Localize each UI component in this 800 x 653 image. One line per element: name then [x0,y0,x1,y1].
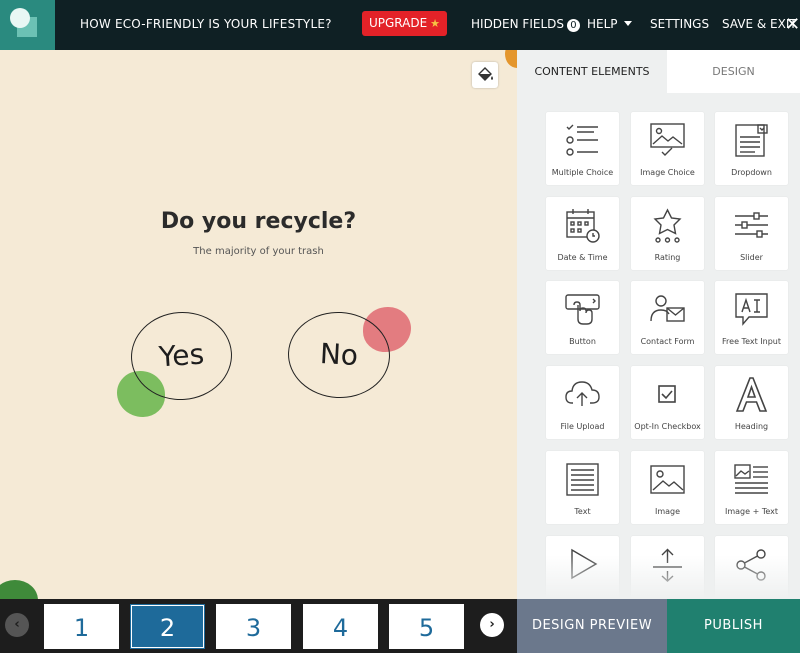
page-tab-4[interactable]: 4 [303,604,378,649]
tab-design[interactable]: DESIGN [667,50,800,93]
page-tab-2[interactable]: 2 [130,604,205,649]
hidden-fields-button[interactable]: HIDDEN FIELDS 0 [471,17,580,32]
element-file-upload[interactable]: File Upload [546,366,619,439]
element-slider[interactable]: Slider [715,197,788,270]
decorative-leaf [0,580,38,599]
slider-icon [735,212,768,238]
element-text[interactable]: Text [546,451,619,524]
panel-scroll-fade [517,555,800,599]
image-choice-icon [650,123,685,156]
page-tab-1[interactable]: 1 [44,604,119,649]
element-label: Image Choice [640,168,695,177]
top-bar: HOW ECO-FRIENDLY IS YOUR LIFESTYLE? UPGR… [0,0,800,50]
decorative-orange-shape [505,50,517,68]
logo-circle [10,8,30,28]
page-navigator: ‹ 1 2 3 4 5 › [0,599,517,653]
star-icon: ★ [430,17,441,30]
publish-button[interactable]: PUBLISH [667,599,800,653]
design-preview-button[interactable]: DESIGN PREVIEW [517,599,667,653]
contact-form-icon [650,295,685,322]
page-tab-5[interactable]: 5 [389,604,464,649]
element-label: Button [569,337,596,346]
help-label: HELP [587,17,618,31]
element-label: Image [654,507,681,516]
element-label: Opt-In Checkbox [634,422,701,431]
image-icon [650,465,685,494]
element-label: Text [574,507,591,516]
quiz-canvas: Do you recycle? The majority of your tra… [0,50,517,599]
quiz-title[interactable]: HOW ECO-FRIENDLY IS YOUR LIFESTYLE? [80,17,332,31]
question-subtitle[interactable]: The majority of your trash [0,246,517,257]
element-date-time[interactable]: Date & Time [546,197,619,270]
image-text-icon [734,464,768,494]
panel-tabs: CONTENT ELEMENTS DESIGN [517,50,800,93]
star-rating-icon [653,208,682,243]
element-button[interactable]: Button [546,281,619,354]
element-label: Contact Form [640,337,695,346]
close-icon[interactable]: ✕ [785,14,800,35]
chevron-down-icon [623,21,632,26]
element-label: Heading [734,422,769,431]
element-label: Date & Time [557,253,608,262]
heading-icon [735,377,768,412]
question-heading[interactable]: Do you recycle? [0,209,517,234]
button-click-icon [565,294,600,325]
hidden-fields-count-badge: 0 [566,19,580,32]
element-label: Slider [740,253,763,262]
text-icon [566,463,599,496]
element-label: Image + Text [724,507,779,516]
hidden-fields-label: HIDDEN FIELDS [471,17,564,31]
app-logo[interactable] [0,0,55,50]
upgrade-button[interactable]: UPGRADE ★ [362,11,447,36]
element-contact-form[interactable]: Contact Form [631,281,704,354]
element-opt-in-checkbox[interactable]: Opt-In Checkbox [631,366,704,439]
elements-panel: CONTENT ELEMENTS DESIGN Multiple Choice … [517,50,800,599]
checkbox-icon [658,385,676,403]
element-multiple-choice[interactable]: Multiple Choice [546,112,619,185]
element-heading[interactable]: Heading [715,366,788,439]
tab-content-elements[interactable]: CONTENT ELEMENTS [517,50,667,93]
prev-page-button[interactable]: ‹ [5,613,29,637]
element-image-choice[interactable]: Image Choice [631,112,704,185]
calendar-icon [566,209,600,243]
page-tab-3[interactable]: 3 [216,604,291,649]
dropdown-icon [735,124,768,157]
element-dropdown[interactable]: Dropdown [715,112,788,185]
element-label: File Upload [560,422,605,431]
help-menu-button[interactable]: HELP [587,17,632,31]
element-rating[interactable]: Rating [631,197,704,270]
element-free-text-input[interactable]: Free Text Input [715,281,788,354]
free-text-icon [735,293,768,326]
paint-bucket-icon[interactable] [472,62,498,88]
element-label: Rating [654,253,681,262]
element-image[interactable]: Image [631,451,704,524]
settings-button[interactable]: SETTINGS [650,17,709,31]
upgrade-label: UPGRADE [368,16,428,30]
next-page-button[interactable]: › [480,613,504,637]
multiple-choice-icon [566,124,598,156]
cloud-upload-icon [565,381,600,406]
element-label: Dropdown [731,168,772,177]
element-image-text[interactable]: Image + Text [715,451,788,524]
element-label: Free Text Input [722,337,781,346]
element-label: Multiple Choice [551,168,614,177]
